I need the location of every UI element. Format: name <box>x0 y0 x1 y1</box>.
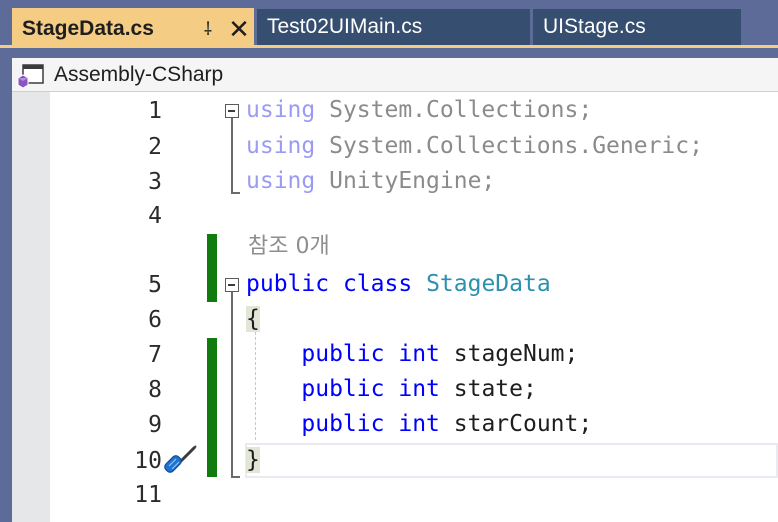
tab-label: StageData.cs <box>22 17 154 40</box>
close-icon[interactable]: ✕ <box>226 8 252 48</box>
collapse-icon[interactable] <box>225 104 239 118</box>
current-line-highlight <box>245 443 778 478</box>
keyword: public <box>301 376 385 402</box>
line-number: 9 <box>148 412 162 438</box>
namespace: UnityEngine; <box>315 168 496 194</box>
line-number: 5 <box>148 272 162 298</box>
code-editor[interactable]: 1 2 3 4 5 6 7 8 9 10 11 using System.Col… <box>12 92 778 522</box>
field-name: starCount; <box>453 411 593 437</box>
keyword: class <box>342 271 413 297</box>
line-number: 6 <box>148 307 162 333</box>
line-number: 4 <box>148 203 162 229</box>
screwdriver-icon[interactable] <box>160 442 202 478</box>
code-line-7[interactable]: public int stageNum; <box>246 339 578 369</box>
line-number: 7 <box>148 342 162 368</box>
keyword: public <box>301 341 385 367</box>
line-number: 11 <box>134 482 162 508</box>
project-dropdown[interactable]: Assembly-CSharp <box>54 61 223 89</box>
csharp-project-icon <box>17 64 44 89</box>
keyword: int <box>398 411 440 437</box>
tab-uistage[interactable]: UIStage.cs <box>533 9 741 45</box>
keyword: public <box>246 271 330 297</box>
code-line-5[interactable]: public class StageData <box>246 269 551 299</box>
code-line-6[interactable]: { <box>246 304 260 334</box>
keyword: using <box>246 168 316 194</box>
indicator-margin <box>12 92 50 522</box>
keyword: using <box>246 133 316 159</box>
tab-test02uimain[interactable]: Test02UIMain.cs <box>257 9 530 45</box>
tab-label: UIStage.cs <box>543 15 646 38</box>
line-number: 1 <box>148 98 162 124</box>
namespace: System.Collections; <box>315 97 593 123</box>
outline-guide <box>231 292 233 477</box>
line-number: 3 <box>148 169 162 195</box>
keyword: int <box>398 376 440 402</box>
pin-icon[interactable]: ⸸ <box>195 8 221 48</box>
tab-label: Test02UIMain.cs <box>267 15 423 38</box>
code-line-9[interactable]: public int starCount; <box>246 409 592 439</box>
code-line-8[interactable]: public int state; <box>246 374 537 404</box>
line-number-current: 10 <box>134 448 162 474</box>
tab-stagedata[interactable]: StageData.cs ⸸ ✕ <box>12 8 254 48</box>
keyword: public <box>301 411 385 437</box>
line-number: 2 <box>148 134 162 160</box>
namespace: System.Collections.Generic; <box>315 133 703 159</box>
code-line-2[interactable]: using System.Collections.Generic; <box>246 131 703 161</box>
change-indicator <box>207 234 217 302</box>
codelens-references[interactable]: 참조 0개 <box>248 232 330 262</box>
keyword: using <box>246 97 316 123</box>
change-indicator <box>207 338 217 477</box>
collapse-icon[interactable] <box>225 278 239 292</box>
document-tab-strip: StageData.cs ⸸ ✕ Test02UIMain.cs UIStage… <box>0 0 778 48</box>
field-name: state; <box>453 376 537 402</box>
outline-guide <box>231 476 240 478</box>
navigation-bar: Assembly-CSharp <box>12 58 778 92</box>
code-line-10[interactable]: } <box>246 445 260 475</box>
code-line-1[interactable]: using System.Collections; <box>246 95 592 125</box>
outline-guide <box>231 192 240 194</box>
outline-guide <box>231 118 233 193</box>
field-name: stageNum; <box>453 341 579 367</box>
code-line-3[interactable]: using UnityEngine; <box>246 166 495 196</box>
class-name: StageData <box>426 271 551 297</box>
open-brace: { <box>246 306 260 332</box>
keyword: int <box>398 341 440 367</box>
line-number: 8 <box>148 377 162 403</box>
tab-accent-bar <box>0 45 778 48</box>
close-brace: } <box>246 447 260 473</box>
